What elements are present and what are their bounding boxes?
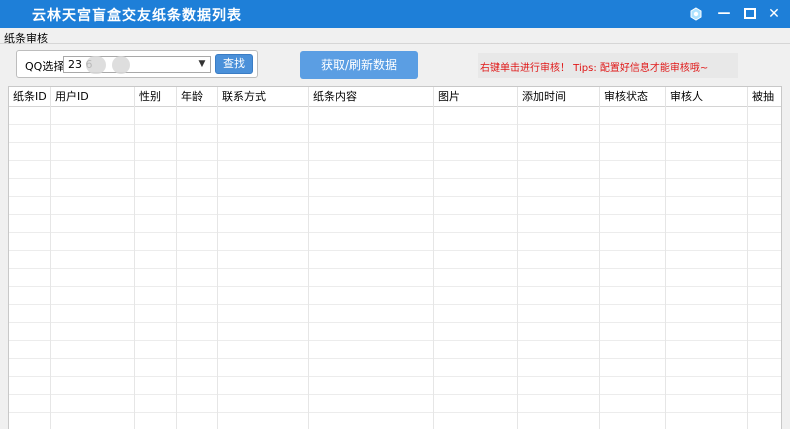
minimize-button[interactable]: — <box>714 4 734 24</box>
column-header-contact[interactable]: 联系方式 <box>218 87 309 107</box>
column-divider <box>665 107 666 429</box>
column-header-gender[interactable]: 性别 <box>135 87 177 107</box>
column-divider <box>599 107 600 429</box>
column-header-user-id[interactable]: 用户ID <box>51 87 135 107</box>
tab-bar: 纸条审核 <box>0 28 790 45</box>
column-header-added-time[interactable]: 添加时间 <box>518 87 600 107</box>
refresh-data-button[interactable]: 获取/刷新数据 <box>300 51 418 79</box>
tip-text: 右键单击进行审核！ Tips: 配置好信息才能审核哦~ <box>480 63 709 74</box>
column-divider <box>433 107 434 429</box>
column-header-reviewer[interactable]: 审核人 <box>666 87 748 107</box>
redaction-blur <box>112 56 130 74</box>
column-divider <box>517 107 518 429</box>
title-bar: 云林天宫盲盒交友纸条数据列表 — ✕ <box>0 0 790 28</box>
qq-select-group: QQ选择 23 6 ▼ 查找 <box>16 50 258 78</box>
column-header-note-id[interactable]: 纸条ID <box>9 87 51 107</box>
tip-banner: 右键单击进行审核！ Tips: 配置好信息才能审核哦~ <box>478 53 738 78</box>
column-divider <box>747 107 748 429</box>
close-button[interactable]: ✕ <box>764 4 784 24</box>
column-header-drawn[interactable]: 被抽 <box>748 87 781 107</box>
grid-header: 纸条ID 用户ID 性别 年龄 联系方式 纸条内容 图片 添加时间 审核状态 审… <box>9 87 781 107</box>
qq-select-label: QQ选择 <box>25 60 65 73</box>
column-divider <box>217 107 218 429</box>
redaction-blur <box>86 56 106 74</box>
column-header-review-status[interactable]: 审核状态 <box>600 87 666 107</box>
toolbar-panel: QQ选择 23 6 ▼ 查找 获取/刷新数据 右键单击进行审核！ Tips: 配… <box>0 44 790 86</box>
column-header-age[interactable]: 年龄 <box>177 87 218 107</box>
skin-icon[interactable] <box>686 4 706 24</box>
chevron-down-icon[interactable]: ▼ <box>196 58 208 71</box>
maximize-button[interactable] <box>740 4 760 24</box>
window-title: 云林天宫盲盒交友纸条数据列表 <box>32 8 242 24</box>
qq-dropdown[interactable]: 23 6 ▼ <box>63 56 211 74</box>
grid-rows-area[interactable] <box>9 107 781 429</box>
data-grid[interactable]: 纸条ID 用户ID 性别 年龄 联系方式 纸条内容 图片 添加时间 审核状态 审… <box>8 86 782 429</box>
column-divider <box>134 107 135 429</box>
find-button[interactable]: 查找 <box>215 54 253 74</box>
column-divider <box>308 107 309 429</box>
column-divider <box>50 107 51 429</box>
column-divider <box>176 107 177 429</box>
column-header-note-content[interactable]: 纸条内容 <box>309 87 434 107</box>
column-header-image[interactable]: 图片 <box>434 87 518 107</box>
